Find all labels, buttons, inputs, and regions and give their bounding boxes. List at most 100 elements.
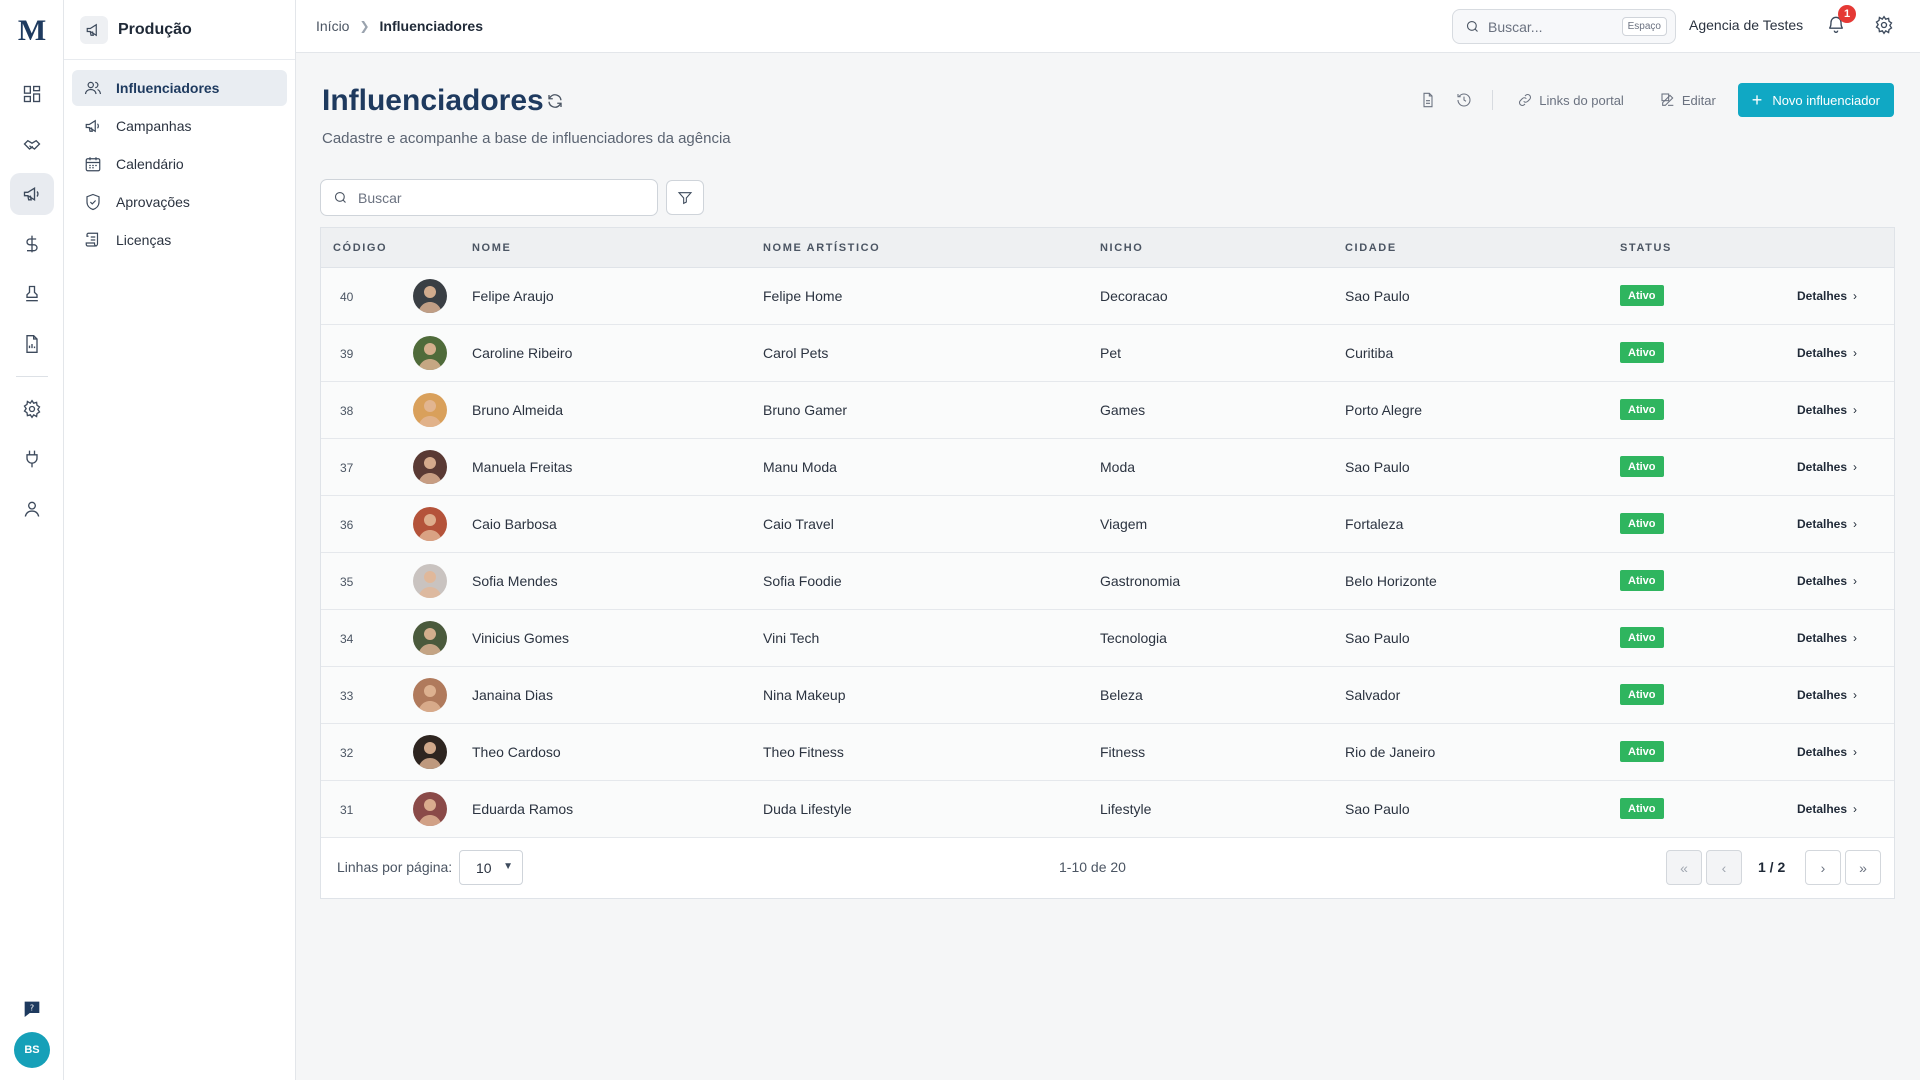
details-label: Detalhes — [1797, 460, 1848, 474]
row-city: Rio de Janeiro — [1345, 744, 1436, 760]
chevron-right-icon: › — [1853, 688, 1858, 702]
settings-button[interactable] — [1874, 15, 1894, 39]
row-name: Felipe Araujo — [472, 288, 554, 304]
notifications-button[interactable]: 1 — [1826, 5, 1856, 38]
row-niche: Beleza — [1100, 687, 1143, 703]
details-link[interactable]: Detalhes › — [1797, 289, 1857, 303]
user-avatar[interactable]: BS — [14, 1032, 50, 1068]
avatar — [413, 621, 447, 655]
app-logo[interactable]: M — [0, 14, 64, 48]
rows-per-page-label: Linhas por página: — [337, 859, 453, 875]
search-input[interactable] — [358, 189, 638, 206]
new-influencer-button[interactable]: + Novo influenciador — [1737, 83, 1894, 117]
sidebar-item-calendario[interactable]: Calendário — [72, 146, 287, 182]
column-name[interactable]: NOME — [472, 242, 511, 254]
table-row[interactable]: 35 Sofia Mendes Sofia Foodie Gastronomia… — [321, 553, 1894, 610]
table-row[interactable]: 36 Caio Barbosa Caio Travel Viagem Forta… — [321, 496, 1894, 553]
table-row[interactable]: 40 Felipe Araujo Felipe Home Decoracao S… — [321, 268, 1894, 325]
history-button[interactable] — [1450, 86, 1478, 114]
details-link[interactable]: Detalhes › — [1797, 574, 1857, 588]
next-page-button[interactable]: › — [1805, 850, 1841, 885]
dashboard-icon[interactable] — [10, 73, 54, 115]
sidebar-item-licencas[interactable]: Licenças — [72, 222, 287, 258]
column-niche[interactable]: NICHO — [1100, 242, 1143, 254]
filter-button[interactable] — [666, 180, 704, 215]
gear-icon[interactable] — [10, 388, 54, 430]
row-artistic-name: Felipe Home — [763, 288, 843, 304]
table-header: CÓDIGO NOME NOME ARTÍSTICO NICHO CIDADE … — [321, 228, 1894, 268]
first-page-button[interactable]: « — [1666, 850, 1702, 885]
portal-links-label: Links do portal — [1539, 92, 1624, 108]
megaphone-icon — [80, 15, 108, 44]
status-badge: Ativo — [1620, 399, 1664, 420]
table-row[interactable]: 32 Theo Cardoso Theo Fitness Fitness Rio… — [321, 724, 1894, 781]
row-artistic-name: Manu Moda — [763, 459, 837, 475]
row-city: Porto Alegre — [1345, 402, 1423, 418]
details-link[interactable]: Detalhes › — [1797, 745, 1857, 759]
notification-badge: 1 — [1838, 5, 1856, 23]
handshake-icon[interactable] — [10, 123, 54, 165]
breadcrumb-home[interactable]: Início — [316, 18, 349, 34]
details-link[interactable]: Detalhes › — [1797, 346, 1857, 360]
table-row[interactable]: 38 Bruno Almeida Bruno Gamer Games Porto… — [321, 382, 1894, 439]
details-label: Detalhes — [1797, 289, 1848, 303]
breadcrumb: Início ❯ Influenciadores — [296, 18, 483, 34]
sidebar-item-aprovacoes[interactable]: Aprovações — [72, 184, 287, 220]
global-search[interactable]: Buscar... Espaço — [1452, 9, 1676, 44]
stamp-icon[interactable] — [10, 273, 54, 315]
svg-text:?: ? — [30, 1003, 34, 1013]
row-city: Sao Paulo — [1345, 288, 1410, 304]
plug-icon[interactable] — [10, 438, 54, 480]
export-button[interactable] — [1414, 86, 1442, 114]
row-niche: Lifestyle — [1100, 801, 1152, 817]
user-icon[interactable] — [10, 488, 54, 530]
row-code: 39 — [340, 347, 354, 361]
help-chat-icon[interactable]: ? — [10, 988, 54, 1030]
table-row[interactable]: 31 Eduarda Ramos Duda Lifestyle Lifestyl… — [321, 781, 1894, 838]
column-status[interactable]: STATUS — [1620, 242, 1672, 254]
refresh-button[interactable] — [546, 92, 564, 114]
row-city: Sao Paulo — [1345, 630, 1410, 646]
status-badge: Ativo — [1620, 456, 1664, 477]
topbar: Início ❯ Influenciadores Buscar... Espaç… — [296, 0, 1920, 53]
details-link[interactable]: Detalhes › — [1797, 403, 1857, 417]
column-city[interactable]: CIDADE — [1345, 242, 1397, 254]
row-artistic-name: Sofia Foodie — [763, 573, 842, 589]
details-link[interactable]: Detalhes › — [1797, 802, 1857, 816]
icon-rail: M ? BS — [0, 0, 64, 1080]
details-link[interactable]: Detalhes › — [1797, 688, 1857, 702]
prev-page-button[interactable]: ‹ — [1706, 850, 1742, 885]
row-niche: Moda — [1100, 459, 1136, 475]
megaphone-icon[interactable] — [10, 173, 54, 215]
details-link[interactable]: Detalhes › — [1797, 517, 1857, 531]
sidebar-item-campanhas[interactable]: Campanhas — [72, 108, 287, 144]
status-badge: Ativo — [1620, 342, 1664, 363]
chevron-right-icon: › — [1853, 802, 1858, 816]
calendar-icon — [85, 157, 101, 172]
report-icon[interactable] — [10, 323, 54, 365]
table-row[interactable]: 34 Vinicius Gomes Vini Tech Tecnologia S… — [321, 610, 1894, 667]
filter-icon — [677, 191, 693, 204]
dollar-icon[interactable] — [10, 223, 54, 265]
details-link[interactable]: Detalhes › — [1797, 631, 1857, 645]
details-link[interactable]: Detalhes › — [1797, 460, 1857, 474]
status-badge: Ativo — [1620, 285, 1664, 306]
table-row[interactable]: 39 Caroline Ribeiro Carol Pets Pet Curit… — [321, 325, 1894, 382]
row-name: Bruno Almeida — [472, 402, 564, 418]
row-code: 31 — [340, 803, 354, 817]
edit-button[interactable]: Editar — [1660, 92, 1716, 108]
avatar — [413, 450, 447, 484]
agency-name[interactable]: Agencia de Testes — [1689, 17, 1803, 33]
row-code: 37 — [340, 461, 354, 475]
document-icon — [1423, 92, 1433, 108]
last-page-button[interactable]: » — [1845, 850, 1881, 885]
chevron-right-icon: › — [1853, 289, 1858, 303]
table-row[interactable]: 37 Manuela Freitas Manu Moda Moda Sao Pa… — [321, 439, 1894, 496]
table-row[interactable]: 33 Janaina Dias Nina Makeup Beleza Salva… — [321, 667, 1894, 724]
column-artistic-name[interactable]: NOME ARTÍSTICO — [763, 242, 880, 254]
rows-per-page-select[interactable]: 10 ▼ — [459, 850, 523, 885]
column-code[interactable]: CÓDIGO — [333, 242, 387, 254]
global-search-placeholder: Buscar... — [1488, 18, 1543, 35]
sidebar-item-influenciadores[interactable]: Influenciadores — [72, 70, 287, 106]
portal-links-button[interactable]: Links do portal — [1517, 92, 1624, 108]
